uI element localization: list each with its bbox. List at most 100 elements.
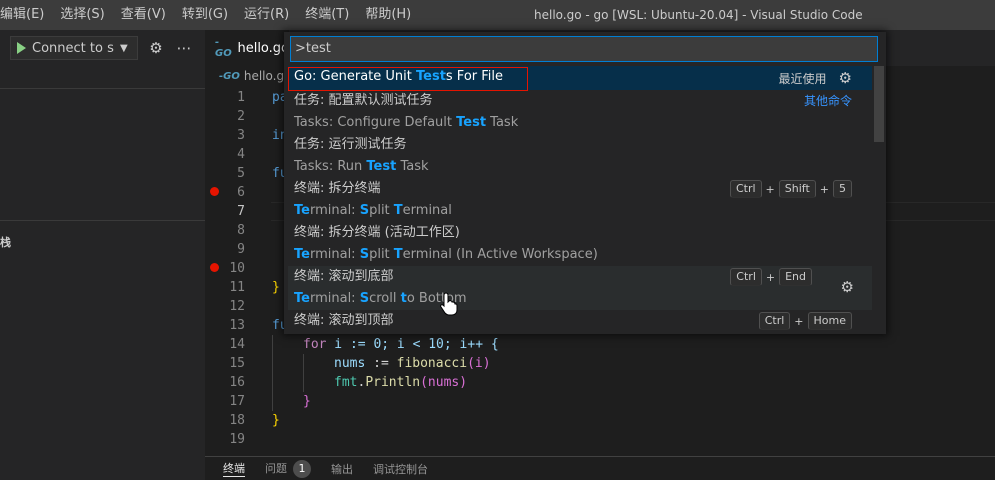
detail-match: S <box>359 247 370 262</box>
detail-match: Te <box>294 291 310 306</box>
detail-match: Te <box>294 247 310 262</box>
command-item-go-generate-tests[interactable]: Go: Generate Unit Tests For File 最近使用 ⚙ <box>288 66 872 90</box>
detail-part: croll <box>369 291 401 306</box>
command-palette-input[interactable]: >test <box>290 36 878 62</box>
line-number: 10 <box>229 261 245 276</box>
func-println: Println <box>365 375 421 390</box>
scrollbar[interactable] <box>874 66 884 142</box>
line-number: 17 <box>229 394 245 409</box>
panel-tab-problems[interactable]: 问题 1 <box>265 459 311 478</box>
label-part: s For File <box>445 69 504 84</box>
detail-match: Test <box>456 115 487 130</box>
menu-help[interactable]: 帮助(H) <box>357 0 419 30</box>
code-line[interactable]: 14 for i := 0; i < 10; i++ { <box>205 335 995 354</box>
key-5: 5 <box>833 180 852 198</box>
line-number: 12 <box>229 299 245 314</box>
menu-edit[interactable]: 编辑(E) <box>0 0 52 30</box>
detail-part: rminal: <box>309 291 360 306</box>
run-config-dropdown[interactable]: Connect to se ▼ <box>10 36 138 60</box>
command-detail: Tasks: Configure Default Test Task <box>294 112 872 134</box>
key-end: End <box>779 268 812 286</box>
run-config-label: Connect to se <box>32 40 114 56</box>
line-number: 8 <box>237 223 245 238</box>
command-item-scroll-to-top[interactable]: 终端: 滚动到顶部 Ctrl + Home <box>288 310 872 332</box>
command-item-split-terminal[interactable]: 终端: 拆分终端 Terminal: Split Terminal Ctrl +… <box>288 178 872 222</box>
menu-run[interactable]: 运行(R) <box>236 0 297 30</box>
command-item-configure-test-task[interactable]: 任务: 配置默认测试任务 Tasks: Configure Default Te… <box>288 90 872 134</box>
debug-toolbar: Connect to se ▼ ⚙ ⋯ <box>0 30 205 66</box>
code-line[interactable]: 18 } <box>205 411 995 430</box>
gear-icon[interactable]: ⚙ <box>146 39 166 57</box>
code-text: } <box>272 280 280 295</box>
for-clause: i := 0; i < 10; i++ { <box>326 337 499 352</box>
play-icon[interactable] <box>17 42 26 54</box>
line-number: 14 <box>229 337 245 352</box>
detail-part: erminal (In Active Workspace) <box>402 247 598 262</box>
detail-match: T <box>393 203 403 218</box>
line-number: 7 <box>237 204 245 219</box>
menu-view[interactable]: 查看(V) <box>113 0 174 30</box>
key-shift: Shift <box>778 180 816 198</box>
call-stack-header[interactable]: 栈 <box>0 234 11 250</box>
code-text: } <box>303 394 311 409</box>
panel-tab-problems-label: 问题 <box>265 461 287 475</box>
command-item-run-test-task[interactable]: 任务: 运行测试任务 Tasks: Run Test Task <box>288 134 872 178</box>
window-title: hello.go - go [WSL: Ubuntu-20.04] - Visu… <box>534 8 863 22</box>
line-number: 4 <box>237 147 245 162</box>
detail-part: rminal: <box>309 203 360 218</box>
line-number: 16 <box>229 375 245 390</box>
title-bar: 编辑(E) 选择(S) 查看(V) 转到(G) 运行(R) 终端(T) 帮助(H… <box>0 0 995 30</box>
tab-label: hello.go <box>237 40 289 56</box>
label-part: Go: Generate Unit <box>294 69 416 84</box>
detail-match: S <box>359 291 370 306</box>
detail-match: S <box>359 203 370 218</box>
command-label: 任务: 运行测试任务 <box>294 137 407 152</box>
hand-cursor-icon <box>440 292 458 316</box>
command-item-split-terminal-active-workspace[interactable]: 终端: 拆分终端 (活动工作区) Terminal: Split Termina… <box>288 222 872 266</box>
panel-tab-debug-console[interactable]: 调试控制台 <box>373 461 428 477</box>
menu-terminal[interactable]: 终端(T) <box>297 0 357 30</box>
code-line[interactable]: 17 } <box>205 392 995 411</box>
gear-icon[interactable]: ⚙ <box>839 69 852 87</box>
key-plus: + <box>765 270 776 284</box>
menu-selection[interactable]: 选择(S) <box>52 0 112 30</box>
panel-tab-output[interactable]: 输出 <box>331 461 353 477</box>
label-match: Tes <box>415 69 440 84</box>
go-file-icon: -GO <box>219 70 240 82</box>
detail-part: Task <box>396 159 429 174</box>
panel-tab-bar: 终端 问题 1 输出 调试控制台 <box>205 456 995 480</box>
panel-tab-terminal[interactable]: 终端 <box>223 460 245 477</box>
keybinding: Ctrl + End <box>730 268 812 286</box>
call-args: (i) <box>467 356 491 371</box>
key-plus: + <box>794 314 804 328</box>
key-home: Home <box>807 312 852 330</box>
other-commands-link[interactable]: 其他命令 <box>804 92 852 109</box>
line-number: 3 <box>237 128 245 143</box>
detail-part: plit <box>369 203 394 218</box>
divider <box>0 220 205 221</box>
command-detail: Terminal: Split Terminal (In Active Work… <box>294 244 872 266</box>
var-nums: nums <box>334 356 366 371</box>
key-plus: + <box>819 182 829 196</box>
line-number: 15 <box>229 356 245 371</box>
command-palette: >test Go: Generate Unit Tests For File 最… <box>284 32 886 334</box>
line-number: 2 <box>237 109 245 124</box>
tab-hello-go[interactable]: -GO hello.go <box>205 30 289 66</box>
gear-icon[interactable]: ⚙ <box>841 278 854 296</box>
code-line[interactable]: 19 <box>205 430 995 449</box>
chevron-down-icon: ▼ <box>120 42 128 54</box>
key-ctrl: Ctrl <box>729 180 762 198</box>
detail-match: Test <box>366 159 397 174</box>
command-item-scroll-to-bottom[interactable]: 终端: 滚动到底部 Terminal: Scroll to Bottom Ctr… <box>288 266 872 310</box>
line-number: 9 <box>237 242 245 257</box>
more-icon[interactable]: ⋯ <box>174 39 194 57</box>
detail-part: plit <box>369 247 394 262</box>
divider <box>0 88 205 89</box>
code-line[interactable]: 16 fmt.Println(nums) <box>205 373 995 392</box>
pkg-fmt: fmt <box>334 375 358 390</box>
menu-go[interactable]: 转到(G) <box>174 0 236 30</box>
detail-part: Tasks: Run <box>294 159 367 174</box>
code-line[interactable]: 15 nums := fibonacci(i) <box>205 354 995 373</box>
code-text: nums := fibonacci(i) <box>334 354 491 373</box>
keyword-for: for <box>303 337 327 352</box>
